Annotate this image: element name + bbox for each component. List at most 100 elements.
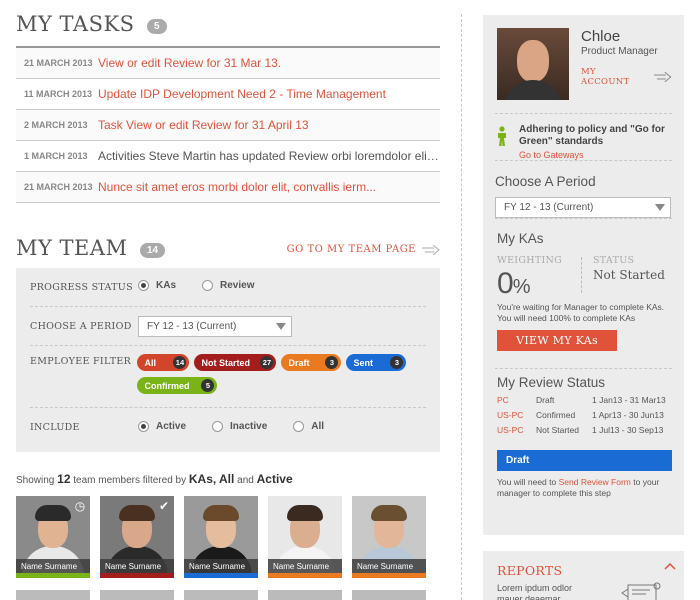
progress-radio[interactable]: Review — [202, 280, 254, 291]
task-row[interactable]: 1 MARCH 2013 Activities Steve Martin has … — [16, 141, 440, 172]
pill-count: 3 — [325, 356, 339, 369]
team-member-card[interactable] — [184, 590, 258, 600]
kas-block: My KAs WEIGHTING 0% STATUS Not Started Y… — [495, 219, 672, 329]
review-row: US-PC Not Started 1 Jul13 - 30 Sep13 — [497, 425, 663, 435]
employee-filter-pill[interactable]: Sent 3 — [346, 354, 407, 371]
team-member-card[interactable]: Name Surname — [352, 496, 426, 578]
review-code-link[interactable]: US-PC — [497, 410, 536, 420]
policy-block: Adhering to policy and "Go for Green" st… — [495, 114, 672, 161]
member-name: Name Surname — [16, 559, 90, 573]
team-member-card[interactable] — [352, 590, 426, 600]
avatar — [497, 28, 569, 100]
member-status-bar — [352, 573, 426, 578]
member-name: Name Surname — [268, 559, 342, 573]
include-radio[interactable]: All — [293, 420, 324, 432]
team-member-card[interactable] — [16, 590, 90, 600]
review-code-link[interactable]: PC — [497, 395, 536, 405]
review-status-block: My Review Status PC Draft 1 Jan13 - 31 Mar… — [495, 369, 672, 498]
showing-middle: team members filtered by — [73, 475, 187, 486]
team-member-card[interactable] — [268, 590, 342, 600]
review-note-prefix: You will need to — [497, 477, 557, 487]
radio-dot[interactable] — [293, 420, 305, 432]
check-icon[interactable]: ✔ — [157, 499, 171, 513]
team-member-card[interactable]: Name Surname — [268, 496, 342, 578]
task-row[interactable]: 21 MARCH 2013 Nunce sit amet eros morbi d… — [16, 172, 440, 203]
team-period-select[interactable]: FY 12 - 13 (Current) — [138, 315, 292, 337]
showing-filter-kas: KAs, — [188, 472, 217, 486]
pill-label: Confirmed — [144, 380, 190, 391]
my-account-link[interactable]: MY ACCOUNT — [581, 67, 672, 87]
column-divider — [461, 14, 462, 600]
include-radio[interactable]: Inactive — [212, 420, 268, 432]
team-count-badge: 14 — [140, 243, 166, 259]
progress-radio[interactable]: KAs — [138, 280, 176, 291]
send-review-form-link[interactable]: Send Review Form — [559, 477, 631, 487]
period-row: CHOOSE A PERIOD FY 12 - 13 (Current) — [30, 307, 426, 346]
clock-icon[interactable]: ◷ — [73, 499, 87, 513]
team-title: MY TEAM — [16, 236, 128, 260]
include-radio-label: Inactive — [230, 420, 268, 432]
review-title: My Review Status — [497, 375, 606, 390]
radio-dot[interactable] — [138, 420, 149, 432]
radio-dot[interactable] — [212, 420, 224, 432]
review-status-bar[interactable]: Draft — [497, 450, 672, 471]
team-member-card[interactable]: ◷ Name Surname — [16, 496, 90, 578]
kas-status-label: STATUS — [593, 255, 635, 266]
radio-dot[interactable] — [138, 280, 149, 291]
period-label: CHOOSE A PERIOD — [30, 320, 132, 332]
task-link[interactable]: Update IDP Development Need 2 - Time Man… — [98, 87, 386, 101]
member-status-bar — [100, 573, 174, 578]
include-radio-label: Active — [156, 420, 187, 432]
employee-filter-pill[interactable]: Confirmed 5 — [137, 377, 218, 394]
weighting-number: 0 — [497, 267, 514, 300]
review-range: 1 Jul13 - 30 Sep13 — [592, 425, 664, 435]
radio-dot[interactable] — [202, 280, 214, 291]
employee-filter-pill[interactable]: Not Started 27 — [194, 354, 277, 371]
go-to-gateways-link[interactable]: Go to Gateways — [519, 150, 584, 160]
task-link[interactable]: View or edit Review for 31 Mar 13. — [98, 56, 281, 70]
include-radio[interactable]: Active — [138, 420, 187, 432]
chevron-up-icon[interactable] — [664, 559, 676, 573]
team-member-card[interactable]: Name Surname — [184, 496, 258, 578]
weighting-label: WEIGHTING — [497, 255, 563, 266]
showing-prefix: Showing — [16, 475, 55, 486]
view-my-kas-button[interactable]: VIEW MY KAs — [497, 330, 617, 351]
kas-status-value: Not Started — [593, 268, 665, 282]
period-block: Choose A Period FY 12 - 13 (Current) — [495, 161, 672, 219]
showing-filter-all: All — [219, 472, 235, 486]
team-member-card[interactable] — [100, 590, 174, 600]
task-link[interactable]: Activities Steve Martin has updated Revi… — [98, 149, 440, 163]
showing-summary: Showing 12 team members filtered by KAs,… — [16, 472, 293, 486]
task-date: 1 MARCH 2013 — [24, 151, 88, 161]
arrow-right-icon — [654, 72, 672, 82]
task-date: 21 MARCH 2013 — [24, 58, 93, 68]
task-link[interactable]: Nunce sit amet eros morbi dolor elit, co… — [98, 180, 376, 194]
team-member-card[interactable]: ✔ Name Surname — [100, 496, 174, 578]
my-account-label: MY ACCOUNT — [581, 67, 630, 87]
review-status: Not Started — [536, 425, 579, 435]
member-status-bar — [184, 573, 258, 578]
team-member-grid: ◷ Name Surname ✔ Name Surname Name Surname Na… — [16, 496, 426, 578]
task-link[interactable]: Task View or edit Review for 31 April 13 — [98, 118, 309, 132]
review-range: 1 Apr13 - 30 Jun13 — [592, 410, 664, 420]
employee-filter-pill[interactable]: All 14 — [137, 354, 190, 371]
progress-status-options: KAs Review — [138, 278, 280, 296]
pill-count: 3 — [390, 356, 404, 369]
showing-filter-active: Active — [256, 472, 293, 486]
review-row: US-PC Confirmed 1 Apr13 - 30 Jun13 — [497, 410, 664, 420]
period-title: Choose A Period — [495, 174, 596, 189]
task-row[interactable]: 21 MARCH 2013 View or edit Review for 31 … — [16, 48, 440, 79]
task-row[interactable]: 2 MARCH 2013 Task View or edit Review for… — [16, 110, 440, 141]
employee-filter-pill[interactable]: Draft 3 — [281, 354, 342, 371]
go-to-team-page-link[interactable]: GO TO MY TEAM PAGE — [287, 244, 440, 255]
pill-count: 14 — [173, 356, 187, 369]
member-name: Name Surname — [352, 559, 426, 573]
member-photo-hair — [203, 505, 239, 521]
kas-note: You're waiting for Manager to complete K… — [497, 302, 665, 323]
reports-panel: REPORTS Lorem ipdum odlor mauer deaemar — [483, 551, 684, 600]
member-photo-hair — [35, 505, 71, 521]
sidebar-period-select[interactable]: FY 12 - 13 (Current) — [495, 197, 671, 218]
task-row[interactable]: 11 MARCH 2013 Update IDP Development Need… — [16, 79, 440, 110]
tasks-count-badge: 5 — [146, 19, 167, 35]
review-code-link[interactable]: US-PC — [497, 425, 536, 435]
